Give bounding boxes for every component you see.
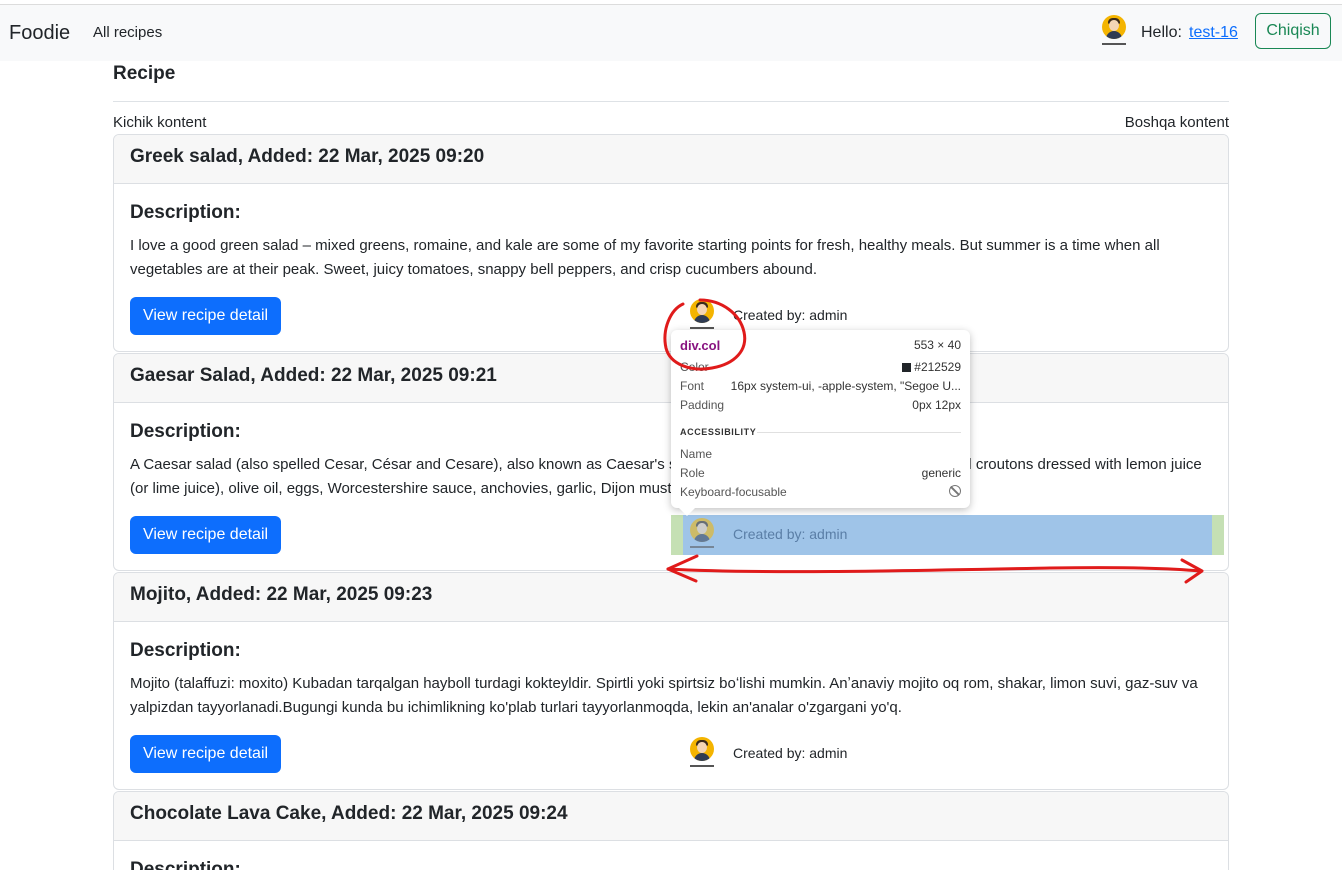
navbar: Foodie All recipes Hello: test-16 Chiqis… [0, 5, 1342, 61]
description-title: Description: [130, 421, 241, 442]
devtools-inspect-tooltip: div.col 553 × 40 Color #212529 Font 16px… [671, 330, 970, 516]
description-title: Description: [130, 859, 241, 870]
inspect-color-label: Color [680, 360, 709, 374]
view-recipe-detail-button[interactable]: View recipe detail [130, 516, 281, 554]
inspect-padding-label: Padding [680, 398, 725, 412]
page-title: Recipe [113, 63, 176, 84]
inspect-padding-value: 0px 12px [912, 398, 961, 412]
recipe-card: Chocolate Lava Cake, Added: 22 Mar, 2025… [113, 791, 1229, 870]
description-title: Description: [130, 640, 241, 661]
inspect-color-value: #212529 [914, 360, 961, 374]
color-swatch-icon [902, 363, 912, 372]
recipe-card-header: Mojito, Added: 22 Mar, 2025 09:23 [114, 573, 1228, 622]
inspect-name-label: Name [680, 447, 713, 461]
description-text: I love a good green salad – mixed greens… [130, 237, 1160, 278]
creator-label: Created by: admin [733, 526, 848, 542]
logout-button[interactable]: Chiqish [1255, 13, 1331, 49]
recipe-card: Mojito, Added: 22 Mar, 2025 09:23 Descri… [113, 572, 1229, 790]
creator-avatar [689, 737, 715, 769]
avatar-icon [690, 518, 714, 542]
recipe-card-header: Chocolate Lava Cake, Added: 22 Mar, 2025… [114, 792, 1228, 841]
view-recipe-detail-button[interactable]: View recipe detail [130, 735, 281, 773]
creator-label: Created by: admin [733, 745, 848, 761]
not-focusable-icon [949, 485, 961, 497]
user-avatar [1101, 15, 1127, 47]
accessibility-section-title: ACCESSIBILITY [680, 427, 757, 437]
creator-col-highlighted: Created by: admin [671, 515, 1224, 555]
inspect-focusable-label: Keyboard-focusable [680, 485, 787, 499]
creator-col: Created by: admin [671, 734, 1224, 774]
inspect-size: 553 × 40 [913, 338, 961, 352]
avatar-icon [690, 299, 714, 323]
nav-link-all-recipes[interactable]: All recipes [93, 24, 162, 41]
hello-label: Hello: [1141, 24, 1182, 41]
inspect-font-value: 16px system-ui, -apple-system, "Segoe U.… [730, 379, 961, 393]
avatar-icon [690, 737, 714, 761]
brand-logo[interactable]: Foodie [9, 22, 70, 45]
avatar-icon [1102, 15, 1126, 39]
recipe-card: Greek salad, Added: 22 Mar, 2025 09:20 D… [113, 134, 1229, 352]
description-text: Mojito (talaffuzi: moxito) Kubadan tarqa… [130, 675, 1198, 716]
creator-label: Created by: admin [733, 307, 848, 323]
divider [113, 101, 1229, 102]
right-content-label: Boshqa kontent [1124, 114, 1229, 131]
creator-avatar [689, 518, 715, 550]
username-link[interactable]: test-16 [1189, 24, 1238, 42]
inspect-role-value: generic [921, 466, 961, 480]
creator-avatar [689, 299, 715, 331]
view-recipe-detail-button[interactable]: View recipe detail [130, 297, 281, 335]
inspect-role-label: Role [680, 466, 705, 480]
description-title: Description: [130, 202, 241, 223]
recipe-card-header: Greek salad, Added: 22 Mar, 2025 09:20 [114, 135, 1228, 184]
inspect-tag: div.col [680, 338, 721, 353]
left-content-label: Kichik kontent [113, 114, 207, 131]
inspect-font-label: Font [680, 379, 705, 393]
